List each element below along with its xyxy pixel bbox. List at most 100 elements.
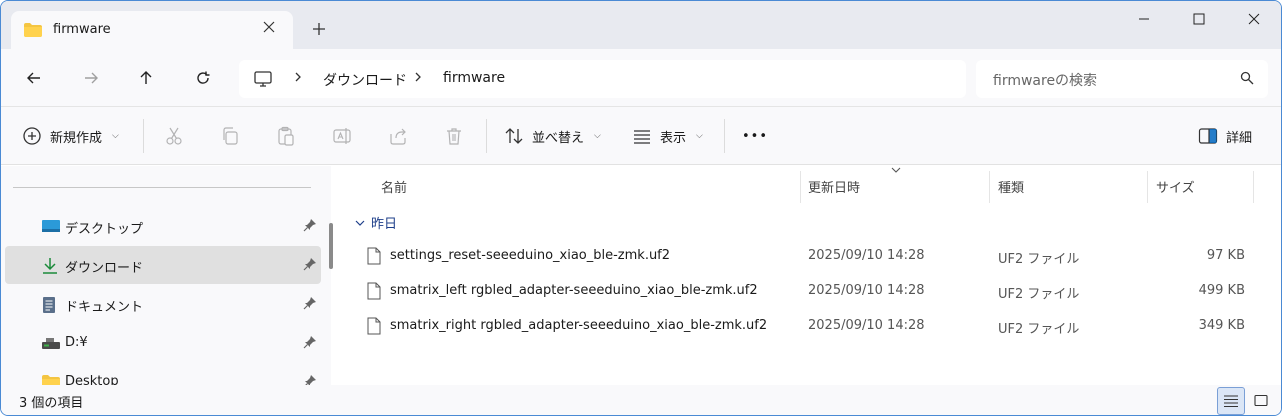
status-bar: 3 個の項目 (1, 385, 1281, 415)
refresh-button[interactable] (191, 66, 215, 90)
new-button[interactable]: 新規作成 ⌵ (22, 107, 119, 165)
pin-icon[interactable] (303, 296, 317, 314)
divider (13, 187, 311, 188)
sort-button[interactable]: 並べ替え ⌵ (504, 107, 601, 165)
sidebar-item-label: デスクトップ (65, 222, 144, 237)
divider[interactable] (1253, 171, 1254, 203)
trash-icon (447, 128, 461, 145)
chevron-down-icon: ⌵ (594, 131, 601, 141)
divider[interactable] (800, 171, 801, 203)
sidebar-item-downloads[interactable]: ダウンロード (5, 246, 321, 284)
group-header-yesterday[interactable]: 昨日 (355, 213, 397, 232)
column-header-type[interactable]: 種類 (998, 177, 1024, 196)
command-bar: 新規作成 ⌵ 並べ替え ⌵ 表示 ⌵ ••• 詳細 (1, 107, 1281, 165)
details-view-button[interactable] (1217, 387, 1245, 415)
group-label: 昨日 (371, 217, 398, 232)
chevron-down-icon (355, 220, 365, 226)
forward-arrow-icon (85, 72, 98, 84)
pin-icon[interactable] (303, 218, 317, 236)
address-field[interactable]: ダウンロード firmware (239, 60, 966, 98)
search-input[interactable]: firmwareの検索 (976, 60, 1268, 98)
column-header-name[interactable]: 名前 (381, 177, 407, 196)
sidebar-item-drive-d[interactable]: D:¥ (5, 324, 321, 362)
copy-button[interactable] (220, 107, 240, 165)
file-modified: 2025/09/10 14:28 (808, 318, 925, 333)
file-modified: 2025/09/10 14:28 (808, 248, 925, 263)
file-row[interactable]: settings_reset-seeeduino_xiao_ble-zmk.uf… (361, 239, 1261, 274)
details-pane-button[interactable]: 詳細 (1198, 107, 1252, 165)
chevron-right-icon[interactable] (293, 70, 303, 88)
folder-icon (23, 22, 43, 38)
file-row[interactable]: smatrix_left rgbled_adapter-seeeduino_xi… (361, 274, 1261, 309)
file-name: settings_reset-seeeduino_xiao_ble-zmk.uf… (390, 248, 671, 263)
file-type: UF2 ファイル (998, 287, 1080, 302)
file-icon (367, 282, 381, 304)
pin-icon[interactable] (303, 257, 317, 275)
search-icon (1240, 71, 1254, 89)
sidebar-item-desktop-folder[interactable]: Desktop (5, 363, 321, 385)
breadcrumb-firmware[interactable]: firmware (443, 70, 505, 86)
close-window-button[interactable] (1227, 1, 1281, 37)
share-button[interactable] (388, 107, 408, 165)
scissors-icon (166, 127, 182, 145)
paste-button[interactable] (276, 107, 296, 165)
divider[interactable] (1147, 171, 1148, 203)
tab-strip: firmware (1, 1, 1281, 49)
file-type: UF2 ファイル (998, 252, 1080, 267)
view-list-icon (634, 130, 650, 144)
sidebar-item-documents[interactable]: ドキュメント (5, 285, 321, 323)
copy-icon (223, 127, 238, 145)
back-button[interactable] (22, 66, 46, 90)
sort-icon (505, 128, 523, 144)
file-icon (367, 317, 381, 339)
sort-label: 並べ替え (532, 130, 585, 146)
view-button[interactable]: 表示 ⌵ (632, 107, 703, 165)
tiles-view-button[interactable] (1247, 387, 1275, 415)
cut-button[interactable] (164, 107, 184, 165)
chevron-right-icon[interactable] (413, 70, 423, 88)
tab-title: firmware (53, 22, 111, 37)
column-header-size[interactable]: サイズ (1156, 177, 1195, 196)
delete-button[interactable] (444, 107, 464, 165)
explorer-window: firmware ダウンロード firmware firmwareの検索 新規作… (0, 0, 1282, 416)
navigation-scrollbar[interactable] (329, 223, 333, 269)
tab-firmware[interactable]: firmware (11, 11, 293, 49)
document-icon (41, 296, 59, 313)
item-count: 3 個の項目 (19, 396, 84, 411)
forward-button[interactable] (79, 66, 103, 90)
desktop-icon (41, 218, 60, 234)
file-name: smatrix_left rgbled_adapter-seeeduino_xi… (390, 283, 758, 298)
divider (724, 119, 725, 153)
divider (486, 119, 487, 153)
more-button[interactable]: ••• (742, 107, 768, 165)
sidebar-item-desktop[interactable]: デスクトップ (5, 207, 321, 245)
divider[interactable] (989, 171, 990, 203)
column-header-modified[interactable]: 更新日時 (808, 177, 860, 196)
tab-close-icon[interactable] (259, 19, 279, 39)
new-plus-icon (23, 127, 41, 145)
file-type: UF2 ファイル (998, 322, 1080, 337)
up-button[interactable] (134, 66, 158, 90)
sort-descending-icon (890, 166, 902, 177)
up-arrow-icon (140, 71, 152, 84)
file-modified: 2025/09/10 14:28 (808, 283, 925, 298)
search-placeholder: firmwareの検索 (993, 73, 1098, 89)
file-size: 499 KB (1198, 283, 1245, 298)
sidebar-item-label: D:¥ (65, 335, 88, 350)
this-pc-icon[interactable] (253, 70, 273, 92)
pin-icon[interactable] (303, 374, 317, 385)
clipboard-icon (278, 126, 294, 146)
file-size: 97 KB (1206, 248, 1245, 263)
rename-button[interactable] (332, 107, 352, 165)
chevron-down-icon: ⌵ (112, 131, 119, 141)
pin-icon[interactable] (303, 335, 317, 353)
file-row[interactable]: smatrix_right rgbled_adapter-seeeduino_x… (361, 309, 1261, 344)
breadcrumb-downloads[interactable]: ダウンロード (323, 70, 407, 90)
new-tab-button[interactable] (307, 17, 331, 41)
file-name: smatrix_right rgbled_adapter-seeeduino_x… (390, 318, 768, 333)
navigation-pane: デスクトップ ダウンロード ドキュメント D:¥ Desktop (1, 166, 331, 385)
tiles-view-icon (1254, 394, 1268, 407)
maximize-button[interactable] (1172, 1, 1226, 37)
minimize-button[interactable] (1117, 1, 1171, 37)
view-label: 表示 (660, 130, 687, 146)
